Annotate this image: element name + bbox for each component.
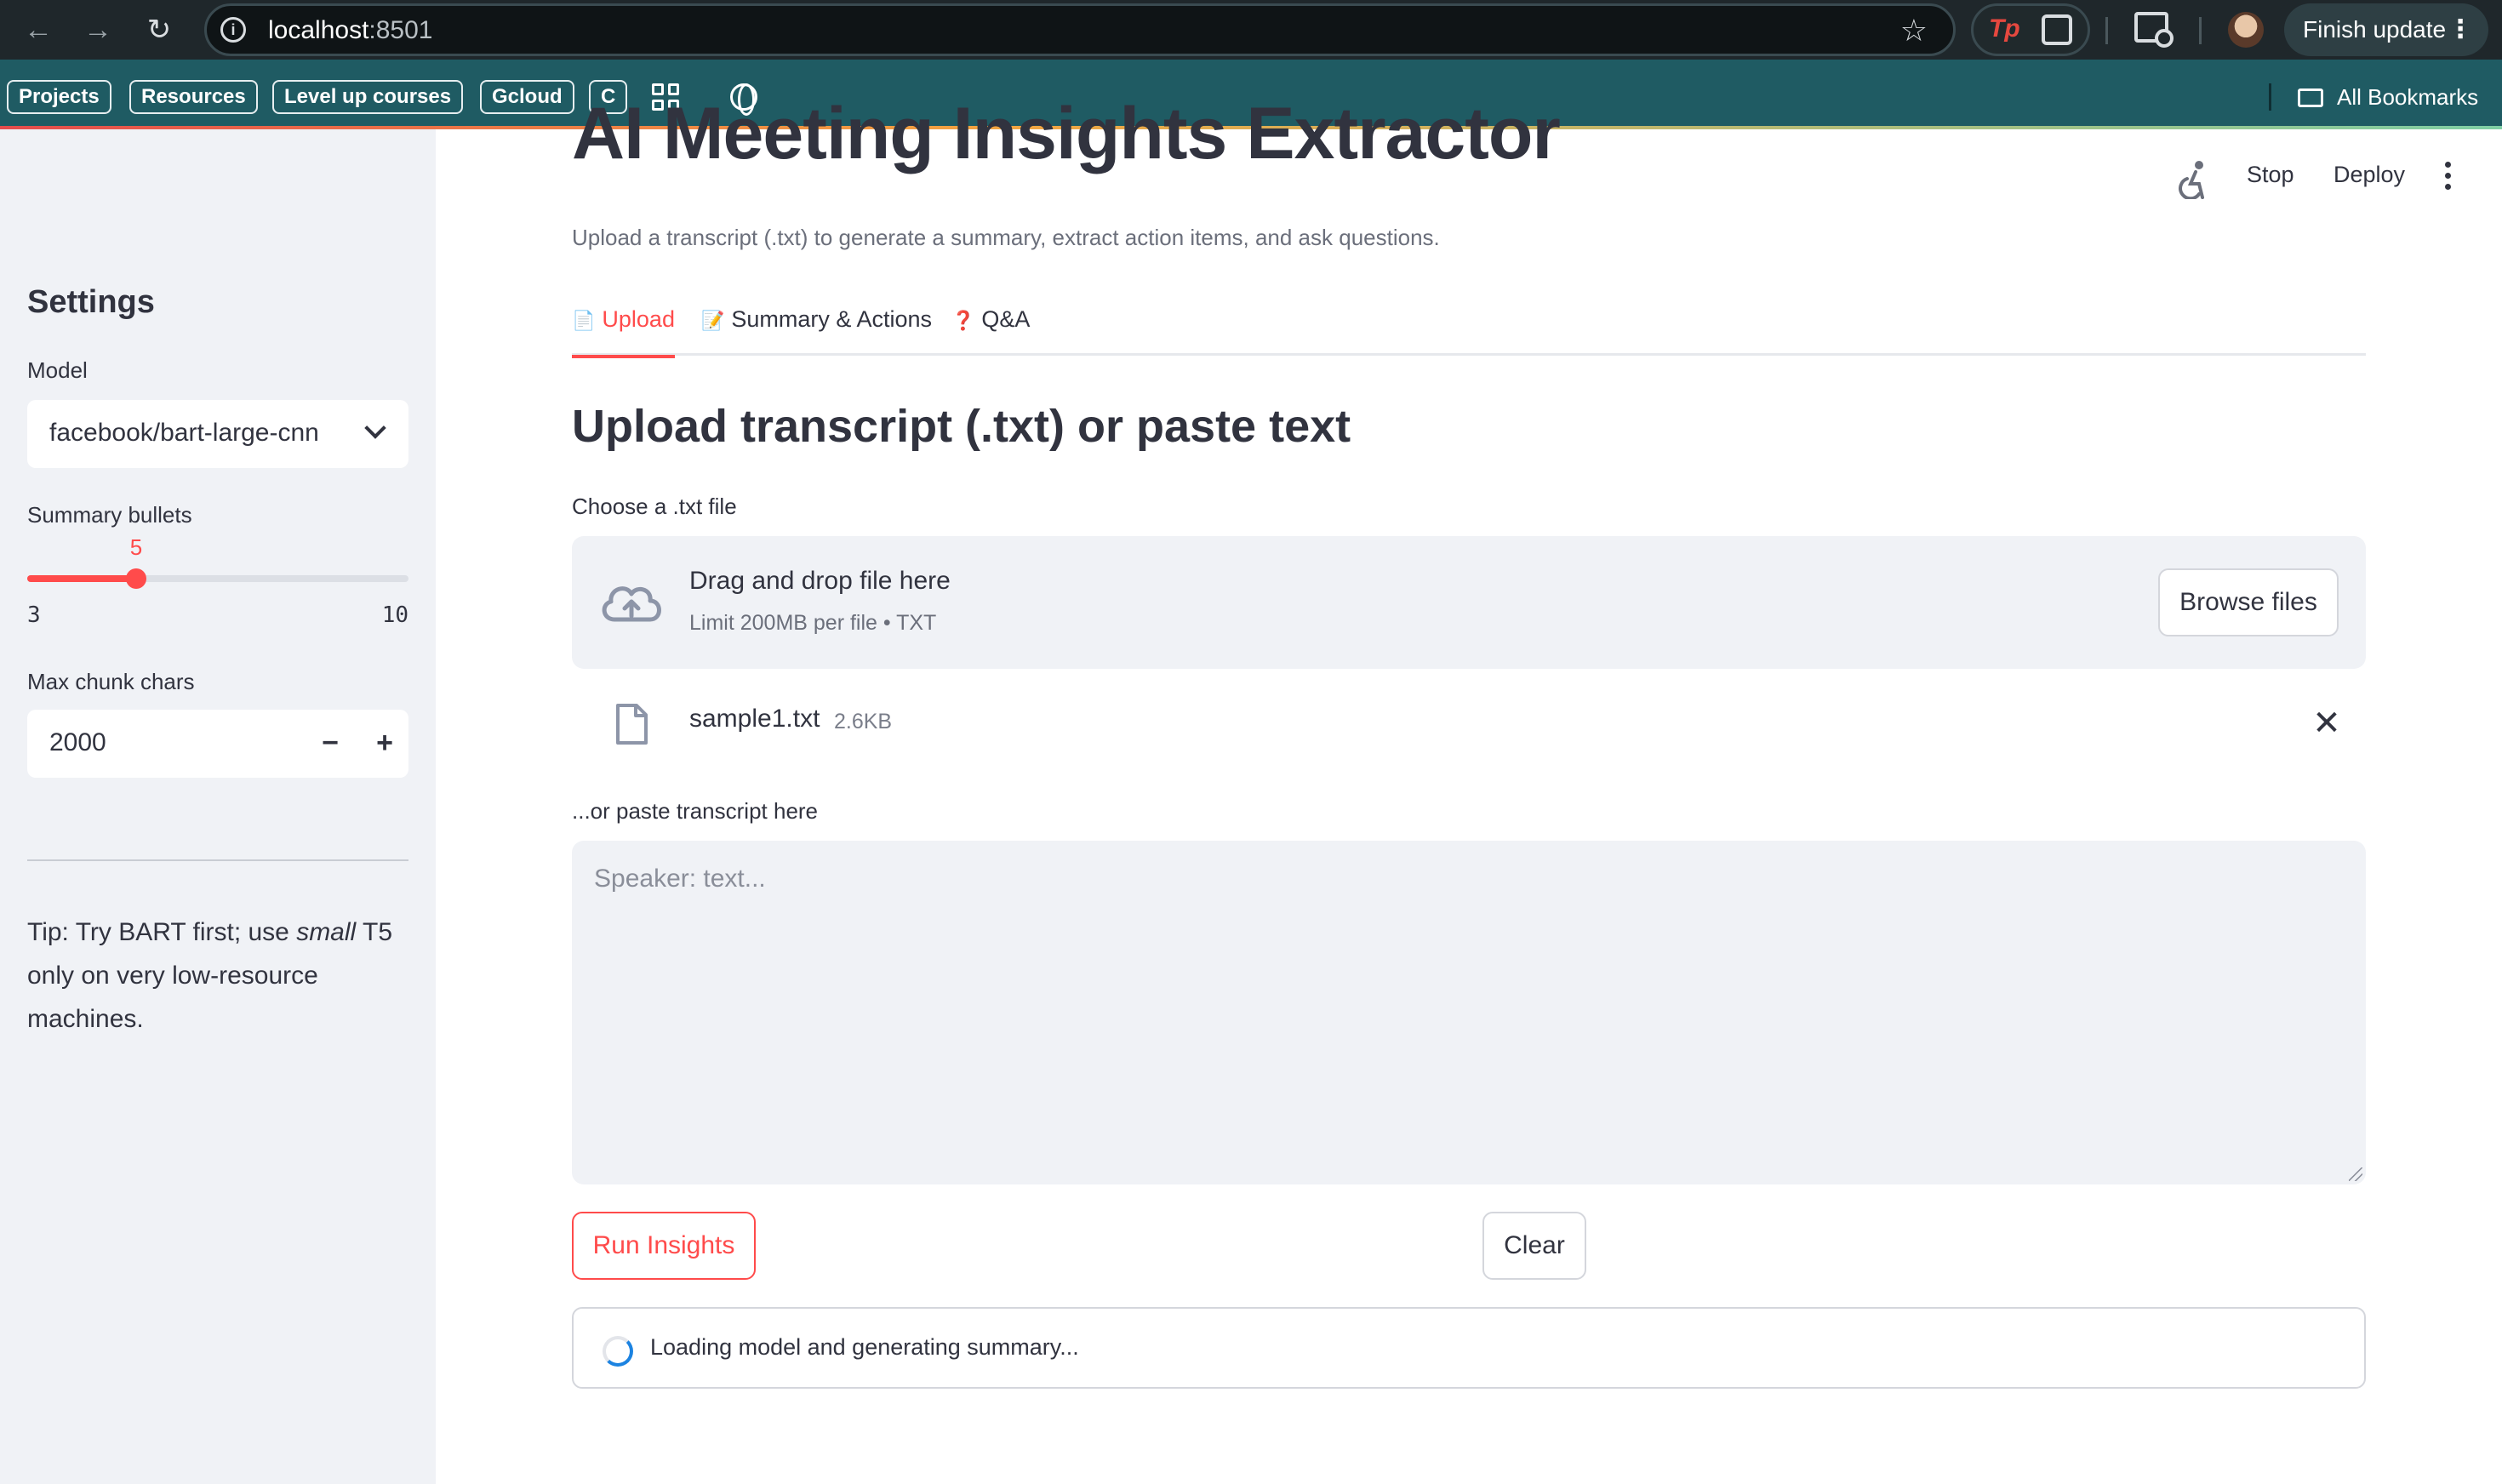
page-icon: 📄	[572, 310, 596, 331]
slider-current-value: 5	[129, 534, 143, 560]
summary-bullets-label: Summary bullets	[27, 502, 192, 528]
clear-button[interactable]: Clear	[1482, 1212, 1586, 1280]
model-select[interactable]: facebook/bart-large-cnn	[27, 400, 408, 468]
status-message: Loading model and generating summary...	[572, 1307, 2366, 1389]
bookmarks-divider	[2269, 83, 2271, 111]
paste-transcript-label: ...or paste transcript here	[572, 798, 819, 824]
max-chunk-chars-input[interactable]: 2000 − +	[27, 710, 408, 778]
textarea-placeholder: Speaker: text...	[594, 865, 766, 893]
folder-icon	[2298, 88, 2323, 107]
cloud-upload-icon	[602, 586, 661, 622]
bookmark-gcloud[interactable]: Gcloud	[480, 80, 574, 114]
resize-handle-icon[interactable]	[2349, 1167, 2362, 1181]
slider-min-label: 3	[27, 602, 41, 628]
finish-update-button[interactable]: Finish update ⋮	[2284, 3, 2488, 56]
slider-thumb[interactable]	[126, 568, 146, 589]
page-subtitle: Upload a transcript (.txt) to generate a…	[572, 225, 1440, 250]
forward-arrow-icon[interactable]: →	[80, 12, 116, 48]
address-bar[interactable]: i localhost:8501 ☆	[204, 3, 1956, 56]
bookmark-star-icon[interactable]: ☆	[1900, 13, 1928, 49]
toolbar-divider	[2199, 17, 2202, 44]
reload-icon[interactable]: ↻	[141, 12, 177, 48]
all-bookmarks-button[interactable]: All Bookmarks	[2298, 80, 2478, 114]
max-chunk-chars-value: 2000	[49, 728, 106, 756]
uploaded-file-size: 2.6KB	[834, 710, 893, 733]
question-mark-icon: ❓	[951, 310, 975, 331]
memo-icon: 📝	[701, 310, 725, 331]
bookmark-projects[interactable]: Projects	[7, 80, 111, 114]
toolbar-divider	[2105, 17, 2108, 44]
tab-qa[interactable]: ❓ Q&A	[951, 300, 1030, 356]
sidebar: Settings Model facebook/bart-large-cnn S…	[0, 129, 436, 1484]
back-arrow-icon[interactable]: ←	[20, 12, 56, 48]
file-icon	[616, 704, 648, 745]
page-title: AI Meeting Insights Extractor	[572, 93, 1561, 174]
uploaded-file-row: sample1.txt 2.6KB ✕	[572, 689, 2366, 757]
browser-menu-icon[interactable]: ⋮	[2448, 3, 2473, 56]
tab-upload[interactable]: 📄 Upload	[572, 300, 675, 358]
profile-avatar[interactable]	[2228, 12, 2264, 48]
deploy-button[interactable]: Deploy	[2333, 162, 2405, 188]
extensions-puzzle-icon[interactable]	[2042, 14, 2072, 45]
section-title: Upload transcript (.txt) or paste text	[572, 401, 1351, 452]
url-text: localhost:8501	[268, 16, 433, 44]
model-select-value: facebook/bart-large-cnn	[49, 419, 319, 447]
remove-file-icon[interactable]: ✕	[2310, 706, 2344, 740]
transcript-textarea[interactable]: Speaker: text...	[572, 841, 2366, 1184]
dropzone-instructions: Drag and drop file here	[689, 567, 951, 595]
max-chunk-chars-label: Max chunk chars	[27, 669, 195, 694]
sidebar-tip: Tip: Try BART first; use small T5 only o…	[27, 918, 393, 1033]
model-label: Model	[27, 357, 88, 383]
tab-bar: 📄 Upload 📝 Summary & Actions ❓ Q&A	[572, 300, 2366, 358]
browser-toolbar: ← → ↻ i localhost:8501 ☆ Tp Finish updat…	[0, 0, 2502, 60]
slider-max-label: 10	[381, 602, 408, 628]
uploaded-file-name: sample1.txt	[689, 705, 820, 733]
status-text: Loading model and generating summary...	[650, 1334, 1079, 1360]
bookmark-resources[interactable]: Resources	[129, 80, 258, 114]
loading-spinner-icon	[603, 1336, 633, 1367]
site-info-icon[interactable]: i	[220, 17, 246, 43]
bookmark-level-up-courses[interactable]: Level up courses	[272, 80, 464, 114]
extensions-group: Tp	[1971, 3, 2090, 56]
dropzone-limit: Limit 200MB per file • TXT	[689, 611, 937, 635]
browse-files-button[interactable]: Browse files	[2158, 568, 2339, 636]
main-menu-icon[interactable]	[2439, 162, 2456, 196]
running-status-icon	[2179, 161, 2204, 199]
stop-button[interactable]: Stop	[2247, 162, 2294, 188]
tab-search-icon[interactable]	[2134, 12, 2174, 48]
increment-button[interactable]: +	[363, 722, 407, 766]
file-dropzone[interactable]: Drag and drop file here Limit 200MB per …	[572, 536, 2366, 669]
decrement-button[interactable]: −	[308, 722, 352, 766]
tp-extension-icon[interactable]: Tp	[1989, 14, 2020, 43]
file-uploader-label: Choose a .txt file	[572, 494, 737, 519]
run-insights-button[interactable]: Run Insights	[572, 1212, 756, 1280]
sidebar-divider	[27, 859, 408, 861]
sidebar-title: Settings	[27, 284, 155, 320]
summary-bullets-slider[interactable]	[27, 568, 408, 589]
chevron-down-icon	[364, 417, 386, 439]
slider-fill	[27, 575, 136, 582]
tab-summary-actions[interactable]: 📝 Summary & Actions	[701, 300, 932, 356]
